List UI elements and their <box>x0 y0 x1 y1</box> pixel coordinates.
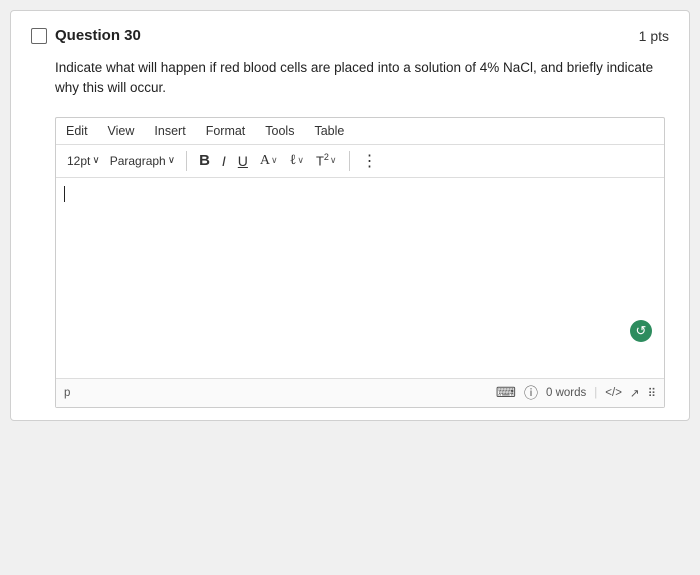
italic-button[interactable]: I <box>218 151 230 171</box>
more-options-button[interactable]: ⋮ <box>358 149 383 173</box>
paragraph-select[interactable]: Paragraph ∨ <box>107 153 178 169</box>
question-number: Question 30 <box>55 27 141 44</box>
pencil-button[interactable]: ℓ ∨ <box>286 151 308 171</box>
font-color-button[interactable]: A ∨ <box>256 151 282 171</box>
superscript-label: T2 <box>316 152 329 168</box>
toolbar-divider-2 <box>349 151 350 171</box>
paragraph-label: Paragraph <box>110 154 166 168</box>
editor-container: Edit View Insert Format Tools Table 12pt… <box>55 117 665 408</box>
toolbar-divider-1 <box>186 151 187 171</box>
superscript-chevron-icon: ∨ <box>330 155 337 166</box>
editor-toolbar: 12pt ∨ Paragraph ∨ B I U A ∨ ℓ ∨ T2 ∨ <box>56 145 664 178</box>
pencil-label: ℓ <box>290 153 297 169</box>
question-card: Question 30 1 pts Indicate what will hap… <box>10 10 690 421</box>
statusbar-right: ⌨ ⓘ 0 words | </> ↗ ⠿ <box>496 383 656 403</box>
text-cursor <box>64 186 65 202</box>
menu-table[interactable]: Table <box>312 122 346 140</box>
menu-insert[interactable]: Insert <box>152 122 187 140</box>
statusbar-left: p <box>64 387 70 399</box>
divider-status: | <box>594 387 597 399</box>
font-size-chevron-icon: ∨ <box>92 155 99 166</box>
paragraph-tag-label: p <box>64 387 70 399</box>
refresh-button[interactable]: ↺ <box>630 320 652 342</box>
question-body: Indicate what will happen if red blood c… <box>31 58 669 99</box>
superscript-button[interactable]: T2 ∨ <box>312 150 341 170</box>
font-size-select[interactable]: 12pt ∨ <box>64 153 103 169</box>
question-checkbox-icon <box>31 28 47 44</box>
font-color-chevron-icon: ∨ <box>271 155 278 166</box>
menu-tools[interactable]: Tools <box>263 122 296 140</box>
menu-format[interactable]: Format <box>204 122 248 140</box>
keyboard-icon: ⌨ <box>496 384 516 401</box>
editor-statusbar: p ⌨ ⓘ 0 words | </> ↗ ⠿ <box>56 378 664 407</box>
editor-menubar: Edit View Insert Format Tools Table <box>56 118 664 145</box>
code-tag-button[interactable]: </> <box>605 387 622 399</box>
underline-button[interactable]: U <box>234 151 252 171</box>
editor-content-area[interactable]: ↺ <box>56 178 664 378</box>
paragraph-chevron-icon: ∨ <box>168 155 175 166</box>
menu-edit[interactable]: Edit <box>64 122 90 140</box>
font-color-label: A <box>260 153 270 169</box>
info-icon: ⓘ <box>524 383 538 403</box>
expand-button[interactable]: ↗ <box>630 386 640 400</box>
pencil-chevron-icon: ∨ <box>297 155 304 166</box>
bold-button[interactable]: B <box>195 150 214 171</box>
menu-view[interactable]: View <box>106 122 137 140</box>
question-title: Question 30 <box>31 27 141 44</box>
points-label: 1 pts <box>639 28 669 44</box>
question-header: Question 30 1 pts <box>31 27 669 44</box>
grid-button[interactable]: ⠿ <box>648 386 656 400</box>
word-count-label: 0 words <box>546 387 586 399</box>
font-size-value: 12pt <box>67 154 90 168</box>
